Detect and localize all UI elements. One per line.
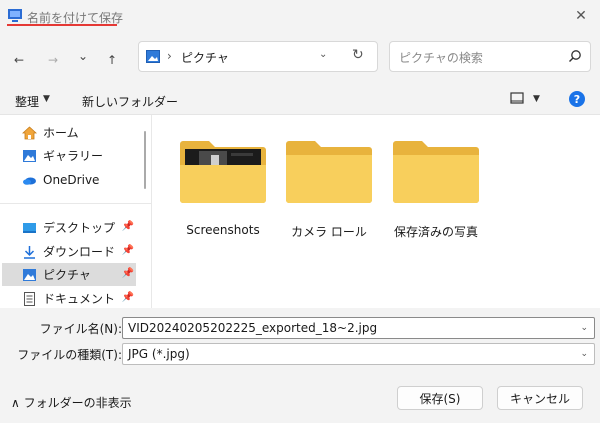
sidebar-item-downloads[interactable]: ダウンロード 📌: [2, 240, 136, 263]
sidebar-item-label: ギャラリー: [43, 149, 104, 163]
folder-label: カメラ ロール: [291, 225, 367, 239]
pin-icon[interactable]: 📌: [122, 292, 134, 303]
view-icon[interactable]: [510, 92, 524, 105]
folder-icon: [286, 141, 372, 203]
organize-button[interactable]: 整理: [15, 93, 39, 110]
pictures-icon: [23, 268, 36, 281]
desktop-icon: [23, 222, 36, 233]
title-underline: [7, 24, 117, 26]
sidebar-item-pictures[interactable]: ピクチャ 📌: [2, 263, 136, 286]
pin-icon[interactable]: 📌: [122, 245, 134, 256]
sidebar-item-label: ホーム: [43, 126, 79, 140]
pin-icon[interactable]: 📌: [122, 268, 134, 279]
app-icon: [8, 9, 22, 22]
sidebar-item-label: ダウンロード: [43, 245, 116, 259]
chevron-down-icon: ⌄: [77, 49, 89, 63]
recent-locations-button[interactable]: ⌄: [73, 46, 93, 66]
filetype-label: ファイルの種類(T):: [17, 348, 122, 362]
sidebar-item-label: ピクチャ: [43, 268, 91, 282]
filename-input[interactable]: VID20240205202225_exported_18~2.jpg ⌄: [122, 317, 595, 339]
breadcrumb-separator: ›: [167, 49, 172, 63]
gallery-icon: [23, 149, 36, 162]
hide-folders-toggle[interactable]: ∧ フォルダーの非表示: [11, 394, 132, 411]
chevron-down-icon[interactable]: ⌄: [580, 349, 588, 359]
folder-icon: [393, 141, 479, 203]
up-button[interactable]: ↑: [102, 50, 122, 70]
folder-icon: [180, 141, 266, 203]
pictures-icon: [146, 50, 160, 63]
save-options: ファイル名(N): VID20240205202225_exported_18~…: [0, 308, 600, 423]
sidebar-divider: [0, 203, 152, 204]
filename-value: VID20240205202225_exported_18~2.jpg: [128, 321, 378, 335]
title-bar: 名前を付けて保存 ✕: [0, 0, 600, 32]
refresh-icon[interactable]: ↻: [352, 47, 364, 63]
close-icon: ✕: [575, 8, 587, 24]
address-dropdown-icon[interactable]: ⌄: [319, 49, 327, 60]
help-button[interactable]: ?: [569, 91, 585, 107]
filetype-value: JPG (*.jpg): [128, 347, 190, 361]
sidebar-item-onedrive[interactable]: OneDrive: [2, 168, 136, 191]
documents-icon: [24, 291, 35, 306]
save-button[interactable]: 保存(S): [397, 386, 483, 410]
chevron-down-icon[interactable]: ⌄: [580, 323, 588, 333]
navigation-pane: ホーム ギャラリー OneDrive デスクトップ 📌 ダウンロード 📌 ピクチ…: [0, 115, 152, 309]
filename-label: ファイル名(N):: [39, 322, 122, 336]
new-folder-button[interactable]: 新しいフォルダー: [82, 93, 178, 110]
breadcrumb-location[interactable]: ピクチャ: [181, 49, 229, 66]
search-icon[interactable]: [568, 49, 582, 63]
sidebar-item-label: デスクトップ: [43, 221, 116, 235]
caret-down-icon[interactable]: ▼: [43, 94, 50, 104]
folder-label: Screenshots: [186, 223, 260, 237]
up-arrow-icon: ↑: [106, 53, 118, 67]
forward-button[interactable]: →: [43, 50, 63, 70]
download-icon: [24, 245, 35, 259]
close-button[interactable]: ✕: [570, 5, 592, 27]
hide-folders-label: フォルダーの非表示: [23, 396, 132, 410]
folder-label: 保存済みの写真: [393, 225, 478, 239]
back-arrow-icon: ←: [13, 53, 25, 67]
home-icon: [22, 125, 37, 139]
pin-icon[interactable]: 📌: [122, 221, 134, 232]
sidebar-item-documents[interactable]: ドキュメント 📌: [2, 287, 136, 310]
address-bar[interactable]: › ピクチャ ⌄ ↻: [138, 41, 378, 72]
cloud-icon: [23, 177, 36, 185]
sidebar-item-gallery[interactable]: ギャラリー: [2, 144, 136, 167]
folder-camera-roll[interactable]: カメラ ロール: [281, 135, 377, 245]
content-area: ホーム ギャラリー OneDrive デスクトップ 📌 ダウンロード 📌 ピクチ…: [0, 114, 600, 309]
command-bar: 整理 ▼ 新しいフォルダー ▼ ?: [0, 84, 600, 114]
filetype-select[interactable]: JPG (*.jpg) ⌄: [122, 343, 595, 365]
folder-screenshots[interactable]: Screenshots: [175, 135, 271, 245]
sidebar-item-label: ドキュメント: [43, 292, 116, 306]
forward-arrow-icon: →: [47, 53, 59, 67]
chevron-up-icon: ∧: [11, 396, 20, 410]
search-input[interactable]: ピクチャの検索: [389, 41, 591, 72]
view-dropdown-icon[interactable]: ▼: [533, 94, 540, 104]
search-placeholder: ピクチャの検索: [399, 51, 483, 65]
sidebar-item-home[interactable]: ホーム: [2, 121, 136, 144]
help-icon: ?: [573, 92, 581, 106]
sidebar-item-label: OneDrive: [43, 172, 100, 187]
sidebar-scrollbar[interactable]: [144, 131, 146, 189]
sidebar-item-desktop[interactable]: デスクトップ 📌: [2, 216, 136, 239]
back-button[interactable]: ←: [9, 50, 29, 70]
folder-saved-pictures[interactable]: 保存済みの写真: [388, 135, 484, 245]
cancel-button[interactable]: キャンセル: [497, 386, 583, 410]
